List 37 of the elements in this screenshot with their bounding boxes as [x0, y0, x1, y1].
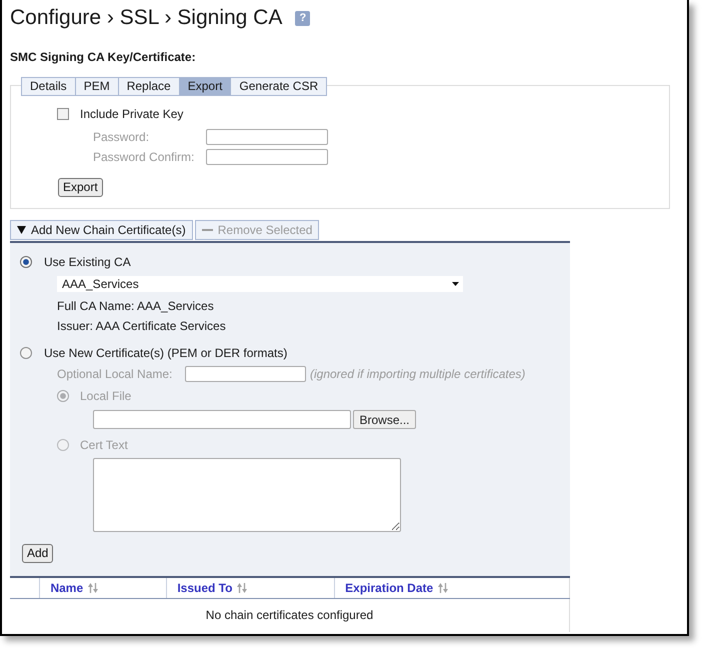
- radio-button[interactable]: [20, 256, 32, 268]
- option-label: Use Existing CA: [44, 254, 131, 270]
- field-label: Password:: [93, 129, 150, 145]
- column-header[interactable]: Expiration Date: [334, 577, 570, 598]
- local-name-field[interactable]: [185, 366, 306, 382]
- radio-button[interactable]: [20, 347, 32, 359]
- field-label: Password Confirm:: [93, 149, 196, 165]
- tab[interactable]: Generate CSR: [230, 77, 328, 96]
- option-label: Use New Certificate(s) (PEM or DER formats): [44, 345, 288, 361]
- tab[interactable]: Replace: [118, 77, 180, 96]
- checkbox-label: Include Private Key: [80, 106, 184, 122]
- password-field[interactable]: [206, 129, 328, 145]
- detail-text: Issuer: AAA Certificate Services: [57, 318, 227, 335]
- tab[interactable]: Export: [178, 77, 232, 96]
- empty-message: No chain certificates configured: [10, 598, 570, 632]
- expand-toggle-button[interactable]: Add New Chain Certificate(s): [10, 220, 193, 240]
- detail-text: Full CA Name: AAA_Services: [57, 298, 215, 315]
- column-header[interactable]: Name: [40, 577, 167, 598]
- field-label: Optional Local Name:: [57, 366, 174, 382]
- browse-button[interactable]: Browse...: [353, 410, 416, 429]
- checkbox[interactable]: [57, 108, 69, 120]
- file-path-field[interactable]: [93, 410, 351, 429]
- tab[interactable]: PEM: [74, 77, 119, 96]
- caret-down-icon: [452, 282, 459, 286]
- tab[interactable]: Details: [21, 77, 76, 96]
- section-title: SMC Signing CA Key/Certificate:: [10, 49, 197, 65]
- cert-text-area[interactable]: [93, 458, 401, 532]
- option-label: Local File: [80, 388, 132, 404]
- page-title: Configure › SSL › Signing CA: [10, 5, 282, 31]
- add-button[interactable]: Add: [22, 544, 54, 563]
- hint-text: (ignored if importing multiple certificates): [310, 366, 526, 382]
- minus-icon: [202, 229, 213, 231]
- column-header[interactable]: Issued To: [166, 577, 335, 598]
- export-button[interactable]: Export: [58, 178, 103, 197]
- password-field[interactable]: [206, 149, 328, 165]
- ca-dropdown[interactable]: AAA_Services: [57, 276, 463, 292]
- option-label: Cert Text: [80, 437, 128, 453]
